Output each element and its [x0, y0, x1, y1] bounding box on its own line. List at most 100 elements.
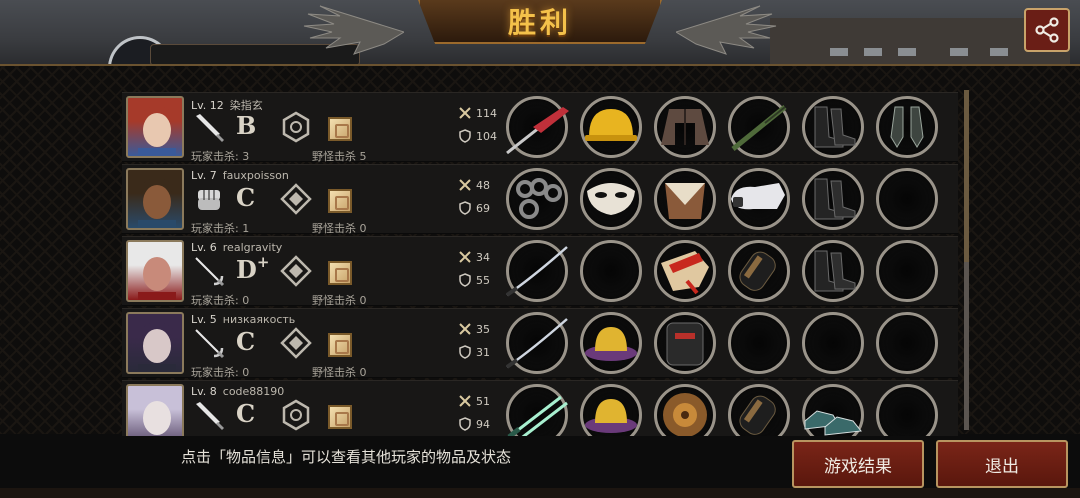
player-portrait[interactable]: [126, 384, 184, 436]
item-slot[interactable]: [654, 312, 716, 374]
player-row[interactable]: Lv. 6 realgravity D+ 玩家击杀: 0 野怪击杀 0 34 55: [122, 236, 958, 307]
item-slot[interactable]: [654, 168, 716, 230]
player-portrait[interactable]: [126, 312, 184, 374]
item-slot[interactable]: [728, 240, 790, 302]
map-badge-icon[interactable]: [328, 405, 352, 429]
sword-icon: [458, 106, 472, 120]
player-grade: C: [236, 183, 256, 212]
player-portrait[interactable]: [126, 240, 184, 302]
attack-stat: 34: [458, 250, 490, 264]
player-row[interactable]: Lv. 8 code88190 C 51 94: [122, 380, 958, 436]
sword-icon: [458, 250, 472, 264]
item-slot[interactable]: [802, 96, 864, 158]
results-panel: Lv. 12 染指玄 B 玩家击杀: 3 野怪击杀 5 114 104 Lv. 7 fauxp…: [0, 64, 1080, 436]
item-slot[interactable]: [876, 96, 938, 158]
exit-button[interactable]: 退出: [936, 440, 1068, 488]
defense-stat: 31: [458, 345, 490, 359]
attack-stat: 114: [458, 106, 497, 120]
rapier-icon: [192, 326, 226, 360]
player-kills: 玩家击杀: 0: [191, 294, 250, 307]
player-name: realgravity: [222, 241, 283, 254]
empty-item-slot[interactable]: [876, 168, 938, 230]
diamond-rank-icon: [280, 255, 312, 287]
player-portrait[interactable]: [126, 168, 184, 230]
item-slot[interactable]: [505, 240, 568, 302]
item-slot[interactable]: [580, 168, 642, 230]
hexagon-rank-icon: [280, 111, 312, 143]
item-slot[interactable]: [506, 384, 568, 436]
empty-item-slot[interactable]: [728, 312, 790, 374]
shield-icon: [458, 129, 472, 143]
item-slot[interactable]: [506, 96, 569, 158]
scrollbar[interactable]: [964, 90, 969, 430]
map-badge-icon[interactable]: [328, 189, 352, 213]
sword-icon: [458, 394, 472, 408]
shield-icon: [458, 345, 472, 359]
diamond-rank-icon: [280, 327, 312, 359]
player-portrait[interactable]: [126, 96, 184, 158]
item-slot[interactable]: [802, 168, 864, 230]
victory-banner: 胜利: [418, 0, 662, 44]
player-kills: 玩家击杀: 1: [191, 222, 250, 235]
empty-item-slot[interactable]: [802, 312, 864, 374]
hexagon-rank-icon: [280, 399, 312, 431]
item-slot[interactable]: [506, 168, 568, 230]
left-wing-ornament: [303, 5, 404, 55]
player-name: fauxpoisson: [222, 169, 289, 182]
item-slot[interactable]: [728, 96, 790, 158]
empty-item-slot[interactable]: [876, 312, 938, 374]
player-name: низкаякость: [222, 313, 296, 326]
player-row[interactable]: Lv. 5 низкаякость C 玩家击杀: 0 野怪击杀 0 35 31: [122, 308, 958, 379]
player-level: Lv. 5 низкаякость: [191, 313, 296, 326]
player-name: code88190: [222, 385, 285, 398]
shield-icon: [458, 201, 472, 215]
player-list[interactable]: Lv. 12 染指玄 B 玩家击杀: 3 野怪击杀 5 114 104 Lv. 7 fauxp…: [122, 92, 958, 436]
item-slot[interactable]: [580, 312, 642, 374]
fist-icon: [192, 182, 226, 216]
item-slot[interactable]: [802, 240, 864, 302]
knife-icon: [192, 110, 226, 144]
rapier-icon: [192, 254, 226, 288]
defense-stat: 55: [458, 273, 490, 287]
hint-text: 点击「物品信息」可以查看其他玩家的物品及状态: [181, 448, 512, 466]
game-result-button[interactable]: 游戏结果: [792, 440, 924, 488]
sword-icon: [458, 322, 472, 336]
item-slot[interactable]: [580, 384, 642, 436]
player-level: Lv. 8 code88190: [191, 385, 285, 398]
player-grade: C: [236, 327, 256, 356]
item-slot[interactable]: [580, 96, 642, 158]
page-title: 胜利: [507, 6, 572, 39]
item-slot[interactable]: [654, 240, 716, 302]
share-button[interactable]: [1024, 8, 1070, 52]
monster-kills: 野怪击杀 0: [312, 294, 367, 307]
item-slot[interactable]: [505, 312, 568, 374]
player-level: Lv. 7 fauxpoisson: [191, 169, 289, 182]
attack-stat: 35: [458, 322, 490, 336]
knife-icon: [192, 398, 226, 432]
player-grade: C: [236, 399, 256, 428]
empty-item-slot[interactable]: [876, 240, 938, 302]
monster-kills: 野怪击杀 5: [312, 150, 367, 163]
empty-item-slot[interactable]: [876, 384, 938, 436]
map-badge-icon[interactable]: [328, 261, 352, 285]
attack-stat: 48: [458, 178, 490, 192]
player-kills: 玩家击杀: 0: [191, 366, 250, 379]
map-badge-icon[interactable]: [328, 117, 352, 141]
player-row[interactable]: Lv. 12 染指玄 B 玩家击杀: 3 野怪击杀 5 114 104: [122, 92, 958, 163]
defense-stat: 104: [458, 129, 497, 143]
item-slot[interactable]: [728, 168, 790, 230]
item-slot[interactable]: [802, 384, 864, 436]
item-slot[interactable]: [728, 384, 790, 436]
item-slot[interactable]: [654, 96, 716, 158]
shield-icon: [458, 273, 472, 287]
empty-item-slot[interactable]: [580, 240, 642, 302]
diamond-rank-icon: [280, 183, 312, 215]
defense-stat: 94: [458, 417, 490, 431]
item-slot[interactable]: [654, 384, 716, 436]
shield-icon: [458, 417, 472, 431]
sword-icon: [458, 178, 472, 192]
map-badge-icon[interactable]: [328, 333, 352, 357]
player-row[interactable]: Lv. 7 fauxpoisson C 玩家击杀: 1 野怪击杀 0 48 69: [122, 164, 958, 235]
player-grade: B: [236, 111, 257, 140]
attack-stat: 51: [458, 394, 490, 408]
